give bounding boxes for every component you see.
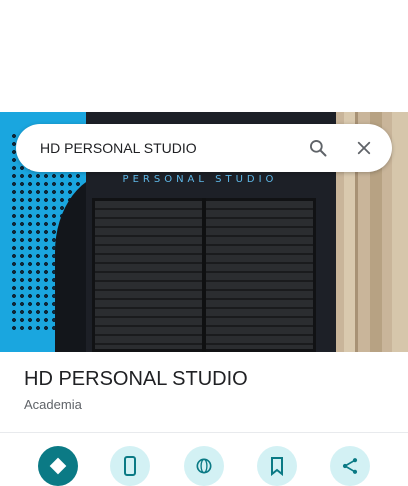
photo-shutter-split [202,198,206,352]
place-name: HD PERSONAL STUDIO [24,368,248,390]
photo-signage-text: PERSONAL STUDIO [122,174,278,185]
save-button[interactable] [257,446,297,486]
divider [0,432,408,433]
search-icon [310,140,327,157]
action-buttons-row [0,446,408,486]
search-input[interactable]: HD PERSONAL STUDIO [40,140,298,156]
call-button[interactable] [110,446,150,486]
top-blank-area [0,0,408,112]
share-icon [342,458,358,474]
search-bar[interactable]: HD PERSONAL STUDIO [16,124,392,172]
photo-pole [392,112,408,352]
close-icon [357,141,371,155]
phone-icon [124,456,136,476]
search-button[interactable] [298,128,338,168]
save-icon [271,457,283,476]
directions-icon [49,457,67,475]
website-icon [196,458,212,474]
place-category: Academia [24,397,82,412]
share-button[interactable] [330,446,370,486]
directions-button[interactable] [38,446,78,486]
website-button[interactable] [184,446,224,486]
clear-search-button[interactable] [344,128,384,168]
